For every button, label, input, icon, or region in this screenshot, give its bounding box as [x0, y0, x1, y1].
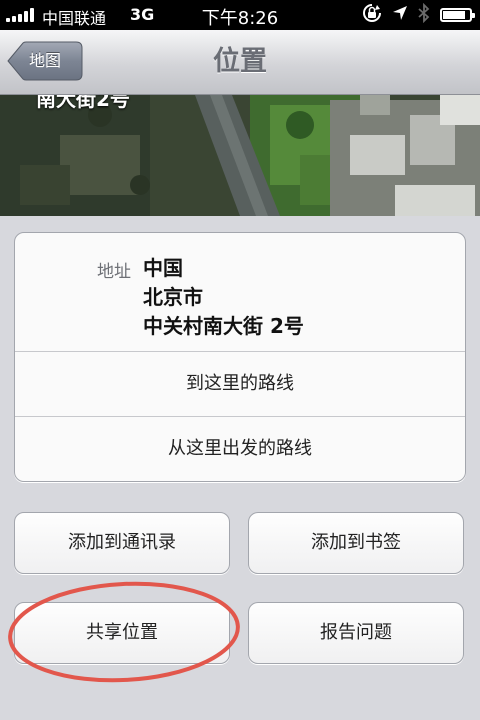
- report-problem-button[interactable]: 报告问题: [248, 602, 464, 664]
- address-label: 地址: [97, 262, 131, 282]
- address-value: 中国 北京市 中关村南大街 2号: [143, 254, 304, 341]
- satellite-map[interactable]: 南大街2号: [0, 95, 480, 216]
- address-line-country: 中国: [143, 256, 183, 280]
- address-cell[interactable]: 地址 中国 北京市 中关村南大街 2号: [15, 233, 465, 352]
- page-title: 位置: [213, 46, 267, 77]
- share-location-button[interactable]: 共享位置: [14, 602, 230, 664]
- rotation-lock-icon: [362, 3, 382, 28]
- directions-from-here-cell[interactable]: 从这里出发的路线: [15, 417, 465, 481]
- location-arrow-icon: [392, 5, 408, 26]
- location-details-group: 地址 中国 北京市 中关村南大街 2号 到这里的路线 从这里出发的路线: [14, 232, 466, 482]
- add-to-contacts-button[interactable]: 添加到通讯录: [14, 512, 230, 574]
- battery-icon: [440, 8, 475, 22]
- address-line-city: 北京市: [143, 285, 203, 309]
- bluetooth-icon: [418, 2, 430, 28]
- navigation-bar: 地图 位置: [0, 30, 480, 95]
- add-bookmark-button[interactable]: 添加到书签: [248, 512, 464, 574]
- directions-to-here-cell[interactable]: 到这里的路线: [15, 352, 465, 417]
- map-overlay-text: 南大街2号: [36, 95, 130, 111]
- address-line-street: 中关村南大街 2号: [143, 314, 304, 338]
- status-bar: 中国联通 3G 下午8:26: [0, 0, 480, 30]
